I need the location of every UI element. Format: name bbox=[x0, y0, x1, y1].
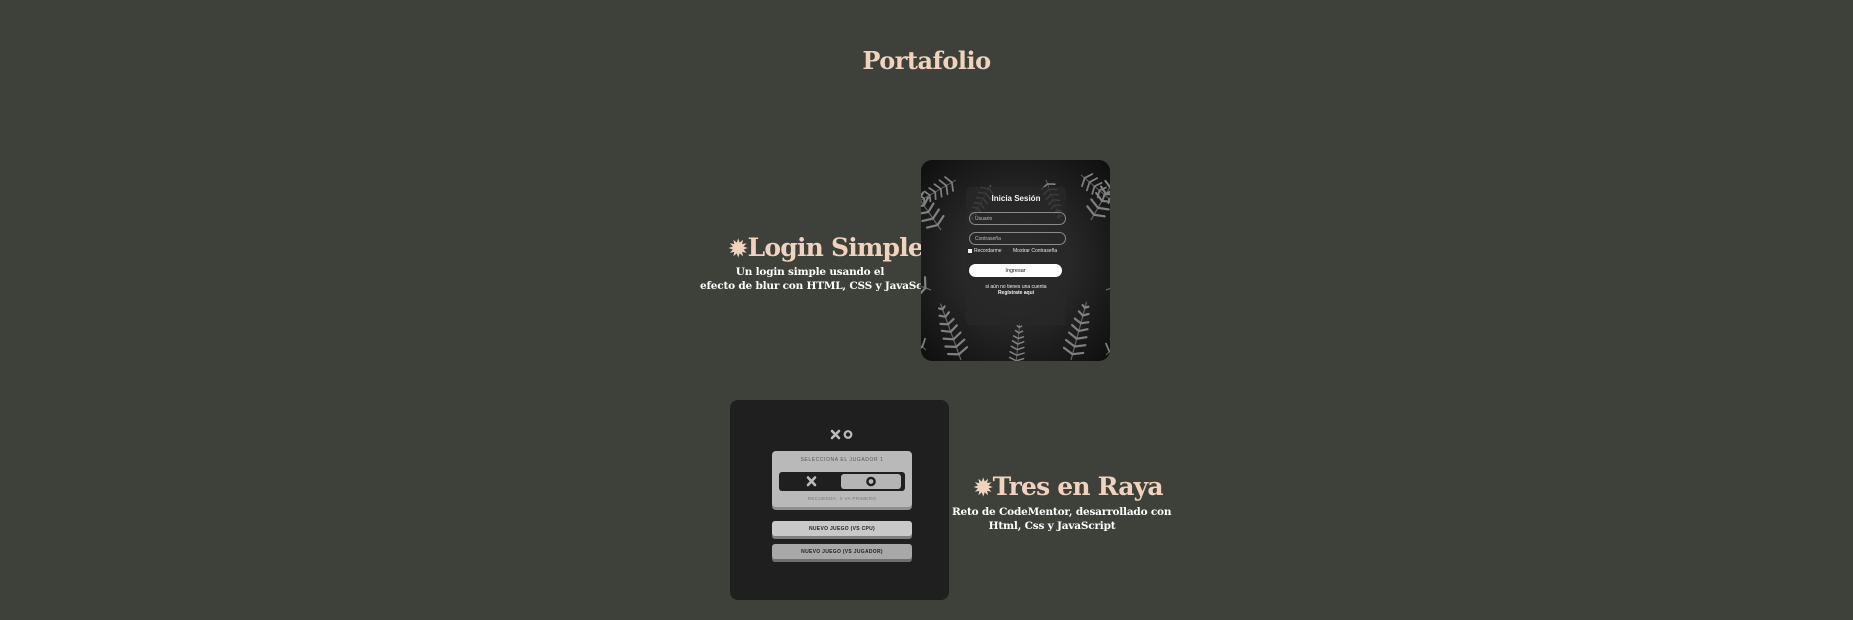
description-line: efecto de blur con HTML, CSS y JavaScrip… bbox=[700, 280, 944, 292]
username-input[interactable] bbox=[969, 212, 1066, 225]
project-description-login: Un login simple usando el efecto de blur… bbox=[700, 265, 944, 293]
project-title-tres-en-raya: Tres en Raya bbox=[992, 472, 1164, 501]
xo-logo-icon bbox=[830, 429, 853, 440]
login-form: Inicia Sesión Recordarme Mostrar Contras… bbox=[966, 187, 1066, 325]
tic-tac-toe-preview-card[interactable]: Selecciona el jugador 1 recuerda: x va p… bbox=[730, 400, 949, 600]
player-picker: Selecciona el jugador 1 recuerda: x va p… bbox=[772, 451, 912, 507]
show-password-toggle[interactable]: Mostrar Contraseña bbox=[1013, 248, 1057, 254]
register-link[interactable]: Regístrate aquí bbox=[966, 290, 1066, 296]
project-heading-tres-en-raya[interactable]: ✹Tres en Raya bbox=[974, 472, 1164, 501]
project-heading-login[interactable]: ✹Login Simple bbox=[729, 233, 924, 262]
description-line: Html, Css y JavaScript bbox=[988, 520, 1116, 532]
o-mark-icon bbox=[866, 476, 876, 487]
login-preview-card[interactable]: Inicia Sesión Recordarme Mostrar Contras… bbox=[921, 160, 1110, 361]
picker-title: Selecciona el jugador 1 bbox=[800, 457, 884, 463]
remember-checkbox[interactable] bbox=[968, 249, 972, 253]
star-icon: ✹ bbox=[729, 236, 747, 262]
mark-toggle bbox=[779, 472, 905, 491]
remember-label: Recordarme bbox=[974, 248, 1002, 254]
project-description-tres-en-raya: Reto de CodeMentor, desarrollado con Htm… bbox=[952, 505, 1172, 533]
login-title: Inicia Sesión bbox=[991, 194, 1041, 203]
description-line: Reto de CodeMentor, desarrollado con bbox=[952, 506, 1172, 518]
description-line: Un login simple usando el bbox=[735, 266, 885, 278]
page-title: Portafolio bbox=[862, 46, 991, 75]
o-mark-option[interactable] bbox=[841, 474, 901, 489]
picker-note: recuerda: x va primero bbox=[807, 496, 877, 501]
new-game-player-button[interactable]: Nuevo juego (vs jugador) bbox=[772, 544, 912, 559]
login-submit-button[interactable]: Ingresar bbox=[969, 264, 1062, 277]
password-input[interactable] bbox=[969, 232, 1066, 245]
remember-row: Recordarme Mostrar Contraseña bbox=[968, 248, 1066, 256]
star-icon: ✹ bbox=[974, 475, 992, 501]
x-mark-icon[interactable] bbox=[782, 475, 842, 488]
project-title-login: Login Simple bbox=[747, 233, 924, 262]
new-game-cpu-button[interactable]: Nuevo juego (vs CPU) bbox=[772, 521, 912, 536]
